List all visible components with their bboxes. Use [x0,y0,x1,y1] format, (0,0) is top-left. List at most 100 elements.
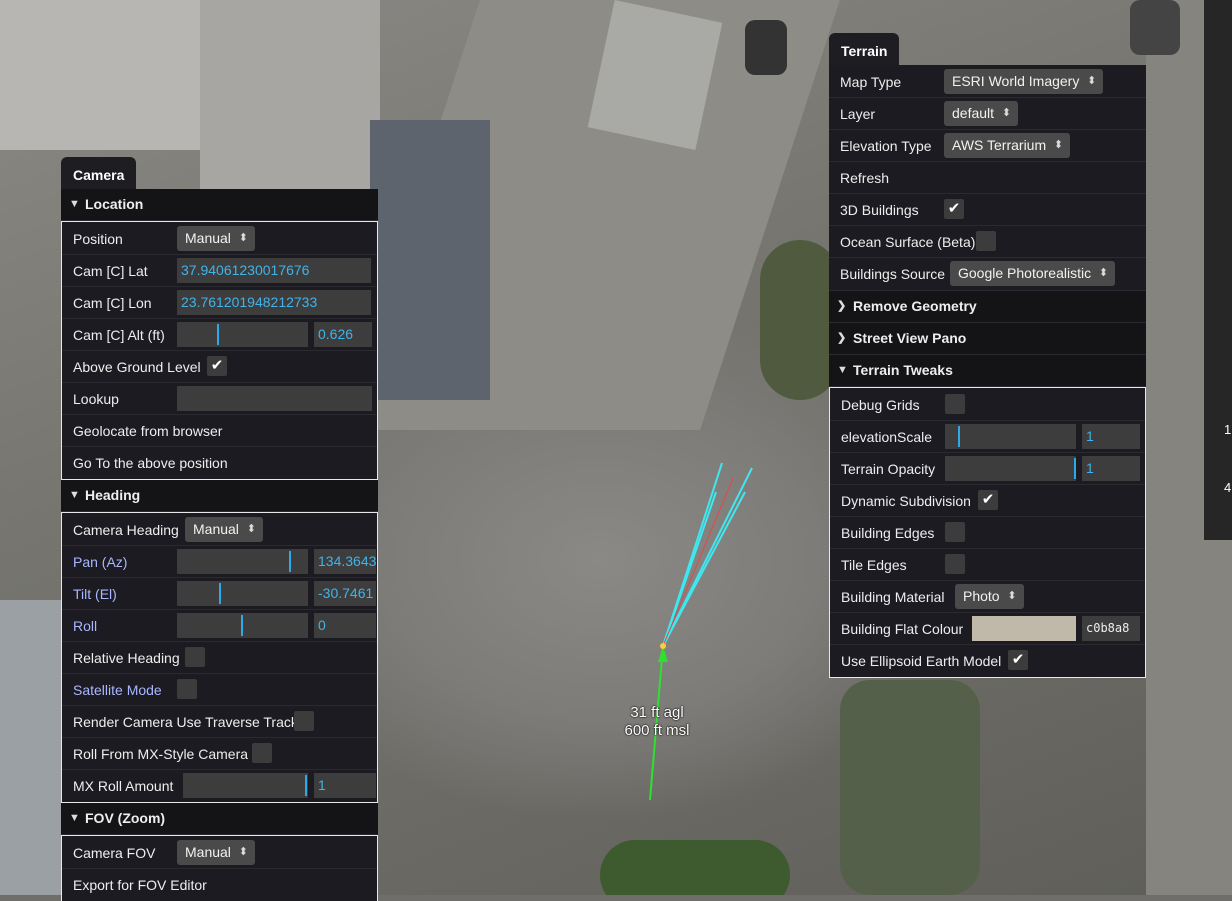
layer-label: Layer [840,105,876,122]
dynamic-subdivision-checkbox[interactable]: ✔ [978,490,998,510]
terrain-opacity-slider[interactable] [945,456,1076,481]
building-material-label: Building Material [841,588,945,605]
location-section-header[interactable]: ▼ Location [61,189,378,221]
slider-thumb[interactable] [219,583,221,604]
geolocate-button[interactable]: Geolocate from browser [73,423,222,439]
mx-roll-amount-slider[interactable] [183,773,308,798]
camera-fov-select[interactable]: Manual [177,840,255,865]
export-fov-row[interactable]: Export for FOV Editor [62,868,377,900]
flat-colour-swatch[interactable] [972,616,1076,641]
chevron-down-icon: ▼ [837,364,848,376]
chevron-right-icon: ❯ [837,332,847,344]
lat-input[interactable]: 37.94061230017676 [177,258,371,283]
export-fov-button[interactable]: Export for FOV Editor [73,877,207,893]
position-select[interactable]: Manual [177,226,255,251]
altitude-agl-label: 31 ft agl [630,704,684,721]
alt-input[interactable]: 0.626 [314,322,372,347]
slider-thumb[interactable] [289,551,291,572]
mx-roll-from-label: Roll From MX-Style Camera [73,745,249,762]
roll-input[interactable]: 0 [314,613,376,638]
slider-thumb[interactable] [958,426,960,447]
lookup-input[interactable] [177,386,372,411]
altitude-msl-label: 600 ft msl [624,722,690,739]
mx-roll-from-checkbox[interactable] [252,743,272,763]
buildings-3d-checkbox[interactable]: ✔ [944,199,964,219]
mx-roll-from-row: Roll From MX-Style Camera [62,737,377,769]
tilt-slider[interactable] [177,581,308,606]
chevron-right-icon: ❯ [837,300,847,312]
slider-thumb[interactable] [305,775,307,796]
agl-checkbox[interactable]: ✔ [207,356,227,376]
elevation-type-label: Elevation Type [840,137,932,154]
terrain-main-section: Map Type ESRI World Imagery Layer defaul… [829,65,1146,290]
ellipsoid-row: Use Ellipsoid Earth Model ✔ [830,644,1145,676]
map-type-select[interactable]: ESRI World Imagery [944,69,1104,94]
section-title: Heading [85,487,141,503]
camera-heading-select[interactable]: Manual [185,517,263,542]
tilt-input[interactable]: -30.7461 [314,581,376,606]
terrain-tab[interactable]: Terrain [829,33,900,65]
slider-thumb[interactable] [241,615,243,636]
elevation-scale-input[interactable]: 1 [1082,424,1140,449]
camera-fov-row: Camera FOV Manual [62,837,377,868]
street-view-header[interactable]: ❯ Street View Pano [829,323,1146,355]
tile-edges-checkbox[interactable] [945,554,965,574]
building-edges-row: Building Edges [830,516,1145,548]
camera-heading-label: Camera Heading [73,521,179,538]
slider-thumb[interactable] [1074,458,1076,479]
traverse-checkbox[interactable] [294,711,314,731]
roll-slider[interactable] [177,613,308,638]
frustum-line [662,491,717,647]
section-title: Location [85,196,144,212]
pan-input[interactable]: 134.3643 [314,549,376,574]
frustum-line [662,491,746,647]
building-edges-checkbox[interactable] [945,522,965,542]
camera-point [660,643,666,649]
lookup-label: Lookup [73,390,119,407]
alt-slider[interactable] [177,322,308,347]
camera-tab[interactable]: Camera [61,157,137,189]
lat-row: Cam [C] Lat 37.94061230017676 [62,254,377,286]
lat-label: Cam [C] Lat [73,262,148,279]
terrain-opacity-input[interactable]: 1 [1082,456,1140,481]
satellite-mode-checkbox[interactable] [177,679,197,699]
traverse-label: Render Camera Use Traverse Track [73,713,298,730]
agl-row: Above Ground Level ✔ [62,350,377,382]
elevation-scale-row: elevationScale 1 [830,420,1145,452]
tile-edges-row: Tile Edges [830,548,1145,580]
pan-row: Pan (Az) 134.3643 [62,545,377,577]
camera-fov-label: Camera FOV [73,844,156,861]
slider-thumb[interactable] [217,324,219,345]
remove-geometry-header[interactable]: ❯ Remove Geometry [829,290,1146,323]
debug-grids-label: Debug Grids [841,396,920,413]
terrain-tweaks-header[interactable]: ▼ Terrain Tweaks [829,355,1146,387]
fov-section: Camera FOV Manual Export for FOV Editor [61,835,378,901]
buildings-3d-row: 3D Buildings ✔ [829,193,1146,225]
geolocate-row[interactable]: Geolocate from browser [62,414,377,446]
section-title: Terrain Tweaks [853,362,953,378]
refresh-row[interactable]: Refresh [829,161,1146,193]
refresh-button[interactable]: Refresh [840,170,889,186]
ocean-checkbox[interactable] [976,231,996,251]
building-material-select[interactable]: Photo [955,584,1024,609]
goto-button[interactable]: Go To the above position [73,455,228,471]
section-title: Street View Pano [853,330,967,346]
dynamic-subdivision-row: Dynamic Subdivision ✔ [830,484,1145,516]
relative-heading-checkbox[interactable] [185,647,205,667]
chevron-down-icon: ▼ [69,198,80,210]
goto-row[interactable]: Go To the above position [62,446,377,478]
elevation-scale-slider[interactable] [945,424,1076,449]
lon-input[interactable]: 23.761201948212733 [177,290,371,315]
layer-select[interactable]: default [944,101,1019,126]
ellipsoid-checkbox[interactable]: ✔ [1008,650,1028,670]
heading-section-header[interactable]: ▼ Heading [61,480,378,512]
fov-section-header[interactable]: ▼ FOV (Zoom) [61,803,378,835]
roll-row: Roll 0 [62,609,377,641]
buildings-source-select[interactable]: Google Photorealistic [950,261,1116,286]
mx-roll-amount-input[interactable]: 1 [314,773,376,798]
flat-colour-input[interactable]: c0b8a8 [1082,616,1140,641]
elevation-type-select[interactable]: AWS Terrarium [944,133,1071,158]
flat-colour-label: Building Flat Colour [841,620,964,637]
debug-grids-checkbox[interactable] [945,394,965,414]
pan-slider[interactable] [177,549,308,574]
